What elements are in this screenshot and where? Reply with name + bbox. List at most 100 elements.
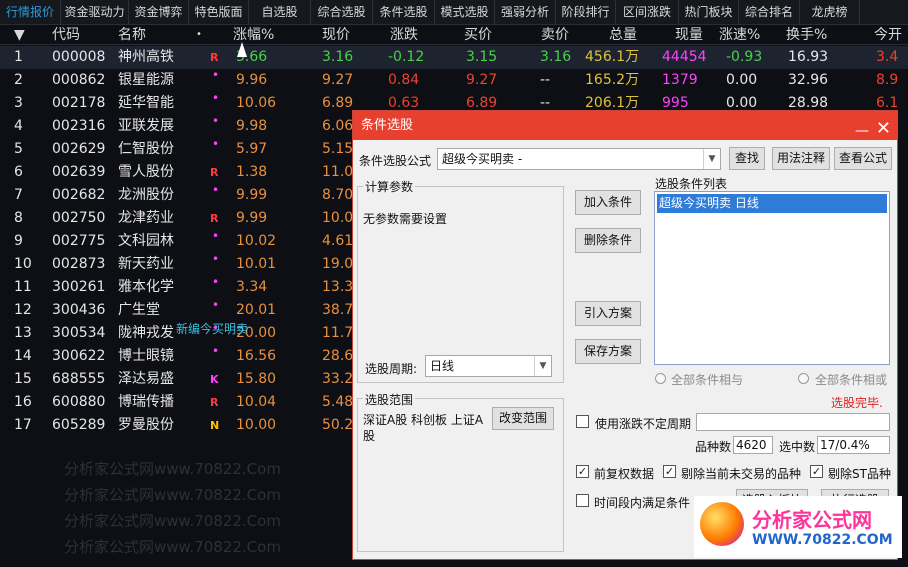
header-turn[interactable]: 换手% xyxy=(786,25,827,45)
interval-label: 时间段内满足条件 xyxy=(594,496,691,510)
row-marker-icon: • xyxy=(212,68,220,82)
header-ask[interactable]: 卖价 xyxy=(541,25,569,45)
row-name: 博士眼镜 xyxy=(118,348,174,364)
period-select[interactable]: 日线 ▼ xyxy=(425,355,552,377)
sort-icon[interactable]: ▼ xyxy=(14,25,25,45)
header-chg[interactable]: 涨跌 xyxy=(390,25,418,45)
chevron-down-icon[interactable]: ▼ xyxy=(703,149,720,169)
prev-adjust-checkbox[interactable]: ✓ xyxy=(576,465,589,478)
tab-item[interactable]: 资金驱动力 xyxy=(61,0,129,25)
tab-item[interactable]: 综合排名 xyxy=(739,0,800,25)
header-name[interactable]: 名称 xyxy=(118,25,146,45)
tab-item[interactable]: 综合选股 xyxy=(311,0,373,25)
save-plan-button[interactable]: 保存方案 xyxy=(575,339,641,364)
dialog-titlebar[interactable]: 条件选股 — ✕ xyxy=(353,111,897,140)
exclude-notrade-checkbox[interactable]: ✓ xyxy=(663,465,676,478)
row-code: 002682 xyxy=(52,187,106,203)
header-open[interactable]: 今开 xyxy=(874,25,902,45)
period-input[interactable] xyxy=(696,413,890,431)
header-code[interactable]: 代码 xyxy=(52,25,80,45)
row-pct: 20.01 xyxy=(236,302,277,318)
row-vol: 456.1万 xyxy=(585,49,640,65)
radio-and[interactable] xyxy=(655,373,666,384)
tab-item[interactable]: 热门板块 xyxy=(679,0,739,25)
row-marker-icon: • xyxy=(212,252,220,266)
table-row[interactable]: 1 000008 神州高铁 3.66 3.16 -0.12 3.15 3.16 456.1万 44… xyxy=(0,46,908,69)
row-name: 龙洲股份 xyxy=(118,187,174,203)
list-item[interactable]: 超级今买明卖 日线 xyxy=(657,194,887,213)
row-code: 002639 xyxy=(52,164,106,180)
dialog-title: 条件选股 xyxy=(361,118,414,133)
tab-item[interactable]: 阶段排行 xyxy=(556,0,616,25)
row-ask: 3.16 xyxy=(540,49,572,65)
tab-item[interactable]: 区间涨跌 xyxy=(616,0,679,25)
row-code: 002178 xyxy=(52,95,106,111)
row-speed: -0.93 xyxy=(726,49,763,65)
radio-or[interactable] xyxy=(798,373,809,384)
row-code: 002775 xyxy=(52,233,106,249)
condition-list[interactable]: 超级今买明卖 日线 xyxy=(654,191,890,365)
row-code: 300261 xyxy=(52,279,106,295)
chevron-down-icon[interactable]: ▼ xyxy=(534,356,551,376)
row-name: 博瑞传播 xyxy=(118,394,174,410)
row-name: 雪人股份 xyxy=(118,164,174,180)
exclude-notrade-label: 剔除当前未交易的品种 xyxy=(681,467,802,481)
delete-condition-button[interactable]: 删除条件 xyxy=(575,228,641,253)
add-condition-button[interactable]: 加入条件 xyxy=(575,190,641,215)
row-code: 300436 xyxy=(52,302,106,318)
tab-item[interactable]: 强弱分析 xyxy=(495,0,556,25)
row-index: 12 xyxy=(14,302,32,318)
row-open: 3.4 xyxy=(876,49,899,65)
find-button[interactable]: 查找 xyxy=(729,147,765,170)
row-index: 3 xyxy=(14,95,23,111)
minimize-icon[interactable]: — xyxy=(855,117,869,146)
tab-item[interactable]: 龙虎榜 xyxy=(800,0,860,25)
row-chg: -0.12 xyxy=(388,49,425,65)
row-pct: 1.38 xyxy=(236,164,268,180)
tab-item[interactable]: 资金博弈 xyxy=(129,0,189,25)
range-title: 选股范围 xyxy=(363,391,416,408)
table-row[interactable]: 2 000862 银星能源 9.96 9.27 0.84 9.27 -- 165.2万 1379 0… xyxy=(0,68,908,92)
change-range-button[interactable]: 改变范围 xyxy=(492,407,554,430)
condition-select-dialog: 条件选股 — ✕ 条件选股公式 超级今买明卖 - ▼ 查找 用法注释 查看公式 … xyxy=(352,110,898,560)
tab-item[interactable]: 条件选股 xyxy=(373,0,435,25)
row-price: 3.16 xyxy=(322,49,354,65)
exclude-st-checkbox[interactable]: ✓ xyxy=(810,465,823,478)
view-formula-button[interactable]: 查看公式 xyxy=(834,147,892,170)
header-cur[interactable]: 现量 xyxy=(675,25,703,45)
tab-item[interactable]: 行情报价 xyxy=(0,0,61,25)
header-bid[interactable]: 买价 xyxy=(464,25,492,45)
row-code: 600880 xyxy=(52,394,106,410)
row-index: 9 xyxy=(14,233,23,249)
header-price[interactable]: 现价 xyxy=(322,25,350,45)
header-vol[interactable]: 总量 xyxy=(609,25,637,45)
tab-item[interactable]: 特色版面 xyxy=(189,0,249,25)
row-name: 仁智股份 xyxy=(118,141,174,157)
top-tab-bar: 行情报价 资金驱动力 资金博弈 特色版面 自选股 综合选股 条件选股 模式选股 强弱分析 阶段排行… xyxy=(0,0,908,25)
header-speed[interactable]: 涨速% xyxy=(719,25,760,45)
usage-notes-button[interactable]: 用法注释 xyxy=(772,147,830,170)
row-code: 002750 xyxy=(52,210,106,226)
row-turn: 32.96 xyxy=(788,72,829,88)
close-icon[interactable]: ✕ xyxy=(876,114,891,143)
row-name: 龙津药业 xyxy=(118,210,174,226)
header-dot: • xyxy=(196,29,202,40)
tab-item[interactable]: 自选股 xyxy=(249,0,311,25)
row-pct: 16.56 xyxy=(236,348,277,364)
row-vol: 165.2万 xyxy=(585,72,640,88)
use-period-checkbox[interactable] xyxy=(576,415,589,428)
row-pct: 10.00 xyxy=(236,417,277,433)
interval-checkbox[interactable] xyxy=(576,494,589,507)
row-code: 002873 xyxy=(52,256,106,272)
row-index: 7 xyxy=(14,187,23,203)
import-plan-button[interactable]: 引入方案 xyxy=(575,301,641,326)
row-marker-icon: • xyxy=(212,114,220,128)
formula-select[interactable]: 超级今买明卖 - ▼ xyxy=(437,148,721,170)
row-pct: 9.96 xyxy=(236,72,268,88)
tab-item[interactable]: 模式选股 xyxy=(435,0,495,25)
row-pct: 15.80 xyxy=(236,371,277,387)
row-pct: 10.01 xyxy=(236,256,277,272)
row-index: 14 xyxy=(14,348,32,364)
overlay-note: 新编今买明卖 xyxy=(176,322,249,336)
row-open: 8.9 xyxy=(876,72,899,88)
